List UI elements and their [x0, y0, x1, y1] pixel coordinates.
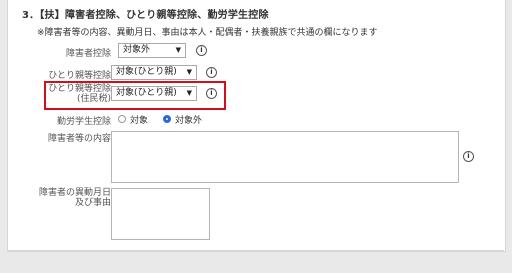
- section-heading: 3．【扶】障害者控除、ひとり親等控除、勤労学生控除: [22, 10, 269, 21]
- single-parent-select[interactable]: 対象(ひとり親) ▼: [111, 65, 197, 80]
- working-student-label: 勤労学生控除: [56, 117, 111, 127]
- single-parent-resident-select-value: 対象(ひとり親): [116, 88, 177, 98]
- info-icon[interactable]: i: [206, 67, 217, 78]
- chevron-down-icon: ▼: [175, 46, 181, 54]
- info-icon[interactable]: i: [463, 151, 474, 162]
- info-icon[interactable]: i: [196, 45, 207, 56]
- working-student-option-no: 対象外: [175, 116, 203, 126]
- single-parent-label: ひとり親等控除: [48, 71, 111, 81]
- deduction-panel: 3．【扶】障害者控除、ひとり親等控除、勤労学生控除 ※障害者等の内容、異動月日、…: [7, 0, 506, 252]
- change-date-reason-label-line1: 障害者の異動月日: [38, 188, 111, 198]
- disability-details-label: 障害者等の内容: [47, 134, 111, 144]
- chevron-down-icon: ▼: [186, 89, 192, 97]
- section-note: ※障害者等の内容、異動月日、事由は本人・配偶者・扶養親族で共通の欄になります: [37, 28, 378, 38]
- disability-select-value: 対象外: [123, 45, 151, 55]
- single-parent-resident-select[interactable]: 対象(ひとり親) ▼: [111, 86, 197, 101]
- single-parent-resident-label: ひとり親等控除 (住民税): [44, 84, 111, 104]
- disability-select[interactable]: 対象外 ▼: [118, 43, 186, 58]
- change-date-reason-label: 障害者の異動月日 及び事由: [30, 188, 111, 208]
- disability-details-textarea[interactable]: [111, 131, 459, 183]
- change-date-reason-label-line2: 及び事由: [74, 198, 111, 208]
- disability-label: 障害者控除: [65, 49, 111, 59]
- change-date-reason-textarea[interactable]: [111, 188, 210, 240]
- single-parent-resident-label-line2: (住民税): [76, 94, 111, 104]
- single-parent-select-value: 対象(ひとり親): [116, 67, 177, 77]
- working-student-option-yes: 対象: [130, 116, 149, 126]
- divider: [7, 250, 504, 251]
- working-student-radio-no[interactable]: [163, 115, 171, 123]
- info-icon[interactable]: i: [206, 88, 217, 99]
- working-student-radio-yes[interactable]: [118, 115, 126, 123]
- chevron-down-icon: ▼: [186, 68, 192, 76]
- single-parent-resident-label-line1: ひとり親等控除: [48, 84, 111, 94]
